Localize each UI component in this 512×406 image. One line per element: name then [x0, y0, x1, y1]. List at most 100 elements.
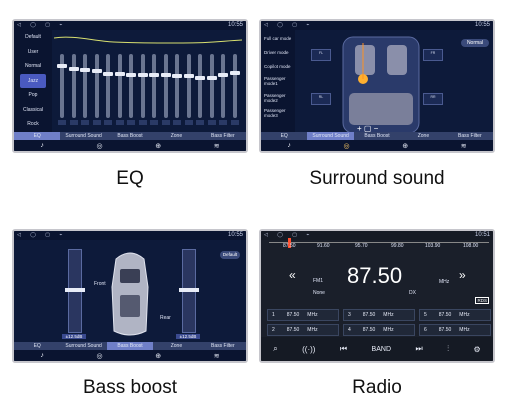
eq-band-knob[interactable] [57, 63, 67, 68]
eq-band-slider[interactable] [195, 54, 205, 118]
eq-band-slider[interactable] [68, 54, 79, 118]
eq-preset-classical[interactable]: Classical [14, 103, 52, 118]
eq-band-button[interactable] [161, 120, 170, 125]
eq-band-knob[interactable] [103, 71, 113, 76]
mode-dropdown[interactable]: Normal [461, 39, 489, 47]
speaker-rear-left[interactable]: RL [311, 93, 331, 105]
tab-zone[interactable]: Zone [153, 132, 199, 140]
speaker-icon[interactable]: ◎ [343, 142, 349, 150]
seek-forward-button[interactable]: » [459, 268, 466, 282]
tab-eq[interactable]: EQ [14, 132, 61, 140]
bass-left-knob[interactable] [65, 287, 85, 292]
eq-band-button[interactable] [115, 120, 124, 125]
eq-band-button[interactable] [184, 120, 193, 125]
eq-band-slider[interactable] [114, 54, 125, 118]
eq-preset-jazz[interactable]: Jazz [20, 73, 46, 88]
tab-bass-boost[interactable]: Bass Boost [107, 132, 153, 140]
eq-band-button[interactable] [196, 120, 204, 125]
eq-band-knob[interactable] [137, 73, 148, 78]
eq-band-slider[interactable] [149, 54, 159, 118]
eq-band-button[interactable] [219, 120, 227, 125]
eq-band-slider[interactable] [218, 54, 228, 118]
eq-band-button[interactable] [58, 120, 66, 125]
eq-band-knob[interactable] [183, 74, 194, 79]
filter-icon[interactable]: ≋ [461, 142, 467, 150]
tab-surround[interactable]: Surround Sound [307, 132, 354, 140]
eq-band-slider[interactable] [172, 54, 182, 118]
equalizer-icon[interactable]: ⫶ [447, 344, 449, 354]
mode-driver[interactable]: Driver mode [261, 50, 295, 55]
eq-band-slider[interactable] [57, 54, 67, 118]
eq-band-button[interactable] [69, 120, 78, 125]
eq-preset-user[interactable]: User [14, 45, 52, 60]
eq-band-knob[interactable] [149, 73, 159, 78]
eq-band-slider[interactable] [160, 54, 171, 118]
prev-station-icon[interactable]: ⏮ [340, 344, 347, 354]
eq-band-button[interactable] [230, 120, 239, 125]
preset-4[interactable]: 4 87.50 MHz [343, 324, 415, 336]
eq-band-slider[interactable] [103, 54, 113, 118]
default-button[interactable]: Default [220, 251, 240, 259]
nav-glyphs[interactable]: ◁ ◯ ▢ ⌁ [264, 22, 313, 28]
tab-bass-boost[interactable]: Bass Boost [106, 342, 154, 350]
eq-band-knob[interactable] [126, 73, 136, 78]
speaker-icon[interactable]: ◎ [96, 352, 102, 360]
seek-back-button[interactable]: « [289, 268, 296, 282]
tab-bass-filter[interactable]: Bass Filter [200, 132, 246, 140]
speaker-icon[interactable]: ◎ [96, 142, 102, 150]
mode-passenger-3[interactable]: Passenger mode3 [261, 108, 295, 118]
tuning-scale[interactable] [269, 242, 489, 243]
eq-band-knob[interactable] [160, 73, 171, 78]
eq-band-knob[interactable] [218, 73, 228, 78]
bass-right-slider[interactable] [179, 249, 199, 333]
preset-3[interactable]: 3 87.50 MHz [343, 309, 415, 321]
tab-bass-filter[interactable]: Bass Filter [200, 342, 246, 350]
next-station-icon[interactable]: ⏭ [415, 344, 422, 354]
tab-eq[interactable]: EQ [14, 342, 60, 350]
tab-zone[interactable]: Zone [400, 132, 446, 140]
eq-icon[interactable]: ♪ [40, 142, 44, 149]
eq-band-button[interactable] [138, 120, 147, 125]
eq-band-knob[interactable] [172, 74, 182, 79]
band-button[interactable]: BAND [372, 346, 391, 353]
tab-bass-boost[interactable]: Bass Boost [354, 132, 400, 140]
speaker-rear-right[interactable]: RR [423, 93, 443, 105]
eq-preset-pop[interactable]: Pop [14, 88, 52, 103]
speaker-front-left[interactable]: FL [311, 49, 331, 61]
eq-icon[interactable]: ♪ [40, 352, 44, 359]
tab-zone[interactable]: Zone [153, 342, 199, 350]
eq-band-knob[interactable] [206, 75, 217, 80]
preset-6[interactable]: 6 87.50 MHz [419, 324, 491, 336]
eq-band-button[interactable] [92, 120, 101, 125]
eq-band-slider[interactable] [183, 54, 194, 118]
scan-icon[interactable]: ((·)) [302, 345, 315, 354]
mode-copilot[interactable]: Copilot mode [261, 64, 295, 69]
eq-band-knob[interactable] [80, 68, 90, 73]
bass-left-slider[interactable] [65, 249, 85, 333]
mode-full-car[interactable]: Full car mode [261, 36, 295, 41]
eq-band-knob[interactable] [195, 75, 205, 80]
eq-preset-rock[interactable]: Rock [14, 117, 52, 132]
mode-passenger-2[interactable]: Passenger mode2 [261, 93, 295, 103]
speaker-front-right[interactable]: FR [423, 49, 443, 61]
target-icon[interactable]: ⊕ [155, 142, 161, 150]
target-icon[interactable]: ⊕ [155, 352, 161, 360]
eq-band-slider[interactable] [206, 54, 217, 118]
filter-icon[interactable]: ≋ [214, 142, 220, 150]
tab-eq[interactable]: EQ [261, 132, 307, 140]
eq-band-button[interactable] [150, 120, 158, 125]
eq-band-knob[interactable] [68, 66, 79, 71]
eq-band-knob[interactable] [229, 70, 240, 75]
eq-band-button[interactable] [127, 120, 135, 125]
eq-band-button[interactable] [173, 120, 181, 125]
preset-1[interactable]: 1 87.50 MHz [267, 309, 339, 321]
eq-band-slider[interactable] [80, 54, 90, 118]
target-icon[interactable]: ⊕ [402, 142, 408, 150]
tab-surround[interactable]: Surround Sound [60, 132, 106, 140]
tab-surround[interactable]: Surround Sound [60, 342, 106, 350]
eq-band-knob[interactable] [91, 69, 102, 74]
mode-passenger-1[interactable]: Passenger mode1 [261, 76, 295, 86]
eq-band-knob[interactable] [114, 71, 125, 76]
nav-glyphs[interactable]: ◁ ◯ ▢ ⌁ [17, 232, 66, 238]
eq-band-slider[interactable] [91, 54, 102, 118]
